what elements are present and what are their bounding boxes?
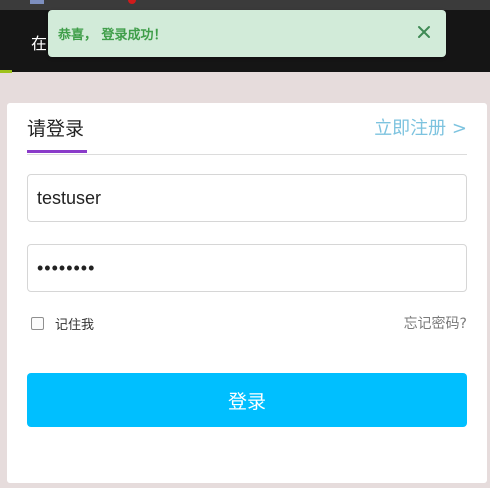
browser-top-strip bbox=[0, 0, 490, 10]
login-button[interactable]: 登录 bbox=[27, 373, 467, 427]
success-toast: 恭喜， 登录成功！ bbox=[48, 10, 446, 57]
header-text: 在 bbox=[31, 34, 48, 53]
remember-me-label: 记住我 bbox=[55, 318, 95, 333]
close-icon[interactable] bbox=[412, 20, 436, 44]
toast-message: 恭喜， 登录成功！ bbox=[58, 28, 167, 43]
forgot-password-link[interactable]: 忘记密码? bbox=[404, 313, 467, 333]
top-strip-red-mark bbox=[128, 0, 136, 4]
active-tab-underline bbox=[27, 150, 87, 153]
top-strip-icon bbox=[30, 0, 44, 4]
header-accent-bar bbox=[0, 70, 12, 73]
page: 在 恭喜， 登录成功！ 请登录 立即注册 > 记住我 忘记密码? 登录 bbox=[0, 0, 490, 488]
remember-me-checkbox[interactable] bbox=[31, 317, 44, 330]
login-card: 请登录 立即注册 > 记住我 忘记密码? 登录 bbox=[7, 103, 487, 483]
username-input[interactable] bbox=[27, 174, 467, 222]
login-tabs: 请登录 立即注册 > bbox=[27, 116, 467, 155]
register-link[interactable]: 立即注册 > bbox=[374, 116, 467, 142]
tab-login[interactable]: 请登录 bbox=[27, 116, 84, 152]
remember-me: 记住我 bbox=[31, 314, 94, 333]
password-input[interactable] bbox=[27, 244, 467, 292]
